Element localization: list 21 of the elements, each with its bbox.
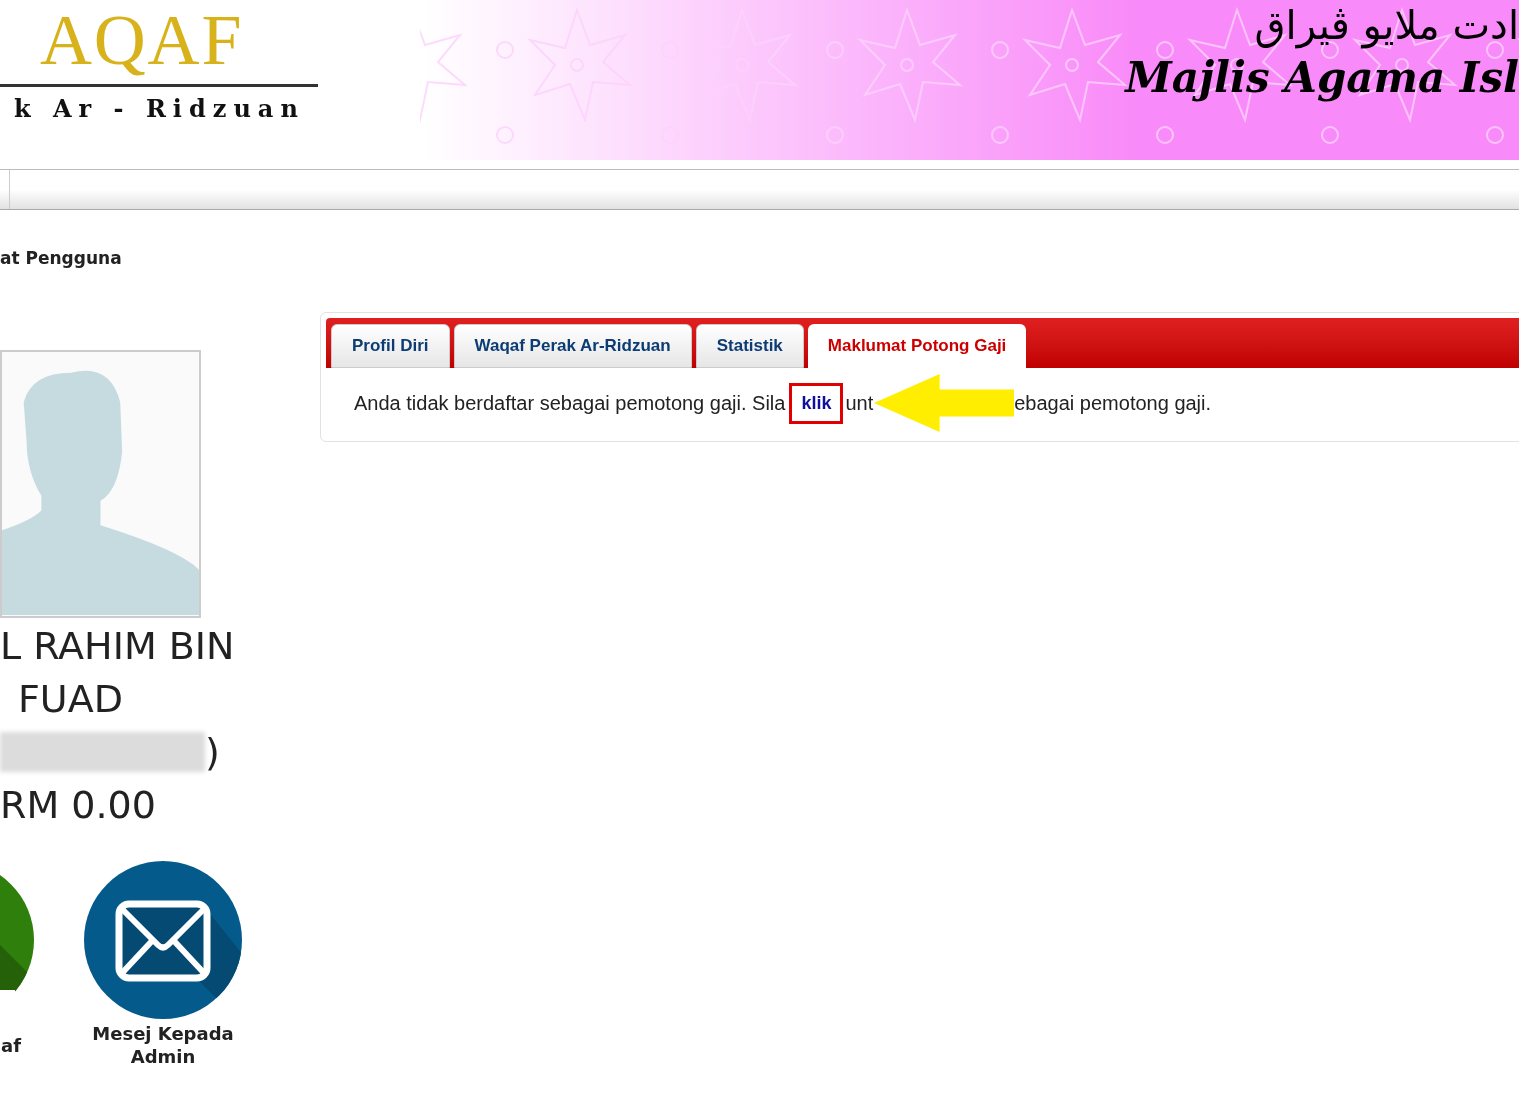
id-bracket: ) — [205, 728, 220, 776]
balance-amount: RM 0.00 — [0, 781, 157, 829]
logo-text: AQAF — [39, 2, 245, 78]
shortcut-label[interactable]: af — [1, 1033, 21, 1057]
tab[interactable]: Maklumat Potong Gaji — [807, 324, 1027, 368]
shortcut-label[interactable]: Mesej Kepada Admin — [88, 1021, 238, 1068]
mail-icon[interactable] — [83, 859, 243, 1020]
tab[interactable]: Statistik — [695, 324, 804, 368]
jawi-title: ادت ملايو ڤيراق — [1254, 1, 1519, 50]
register-link[interactable]: klik — [789, 382, 844, 424]
logo-subtitle: k Ar - Ridzuan — [13, 93, 306, 125]
message-text: Anda tidak berdaftar sebagai pemotong gaji. Sila — [354, 391, 786, 416]
message-text: unt — [845, 391, 874, 416]
council-title: Majlis Agama Isl — [1125, 52, 1519, 104]
section-title: at Pengguna — [0, 247, 123, 270]
arrow-icon — [874, 373, 1015, 433]
tab[interactable]: Profil Diri — [331, 324, 450, 368]
user-name: L RAHIM BIN — [0, 622, 236, 670]
message-text: ebagai pemotong gaji. — [1014, 391, 1212, 416]
user-name: FUAD — [17, 675, 124, 723]
tab[interactable]: Waqaf Perak Ar-Ridzuan — [453, 324, 692, 368]
